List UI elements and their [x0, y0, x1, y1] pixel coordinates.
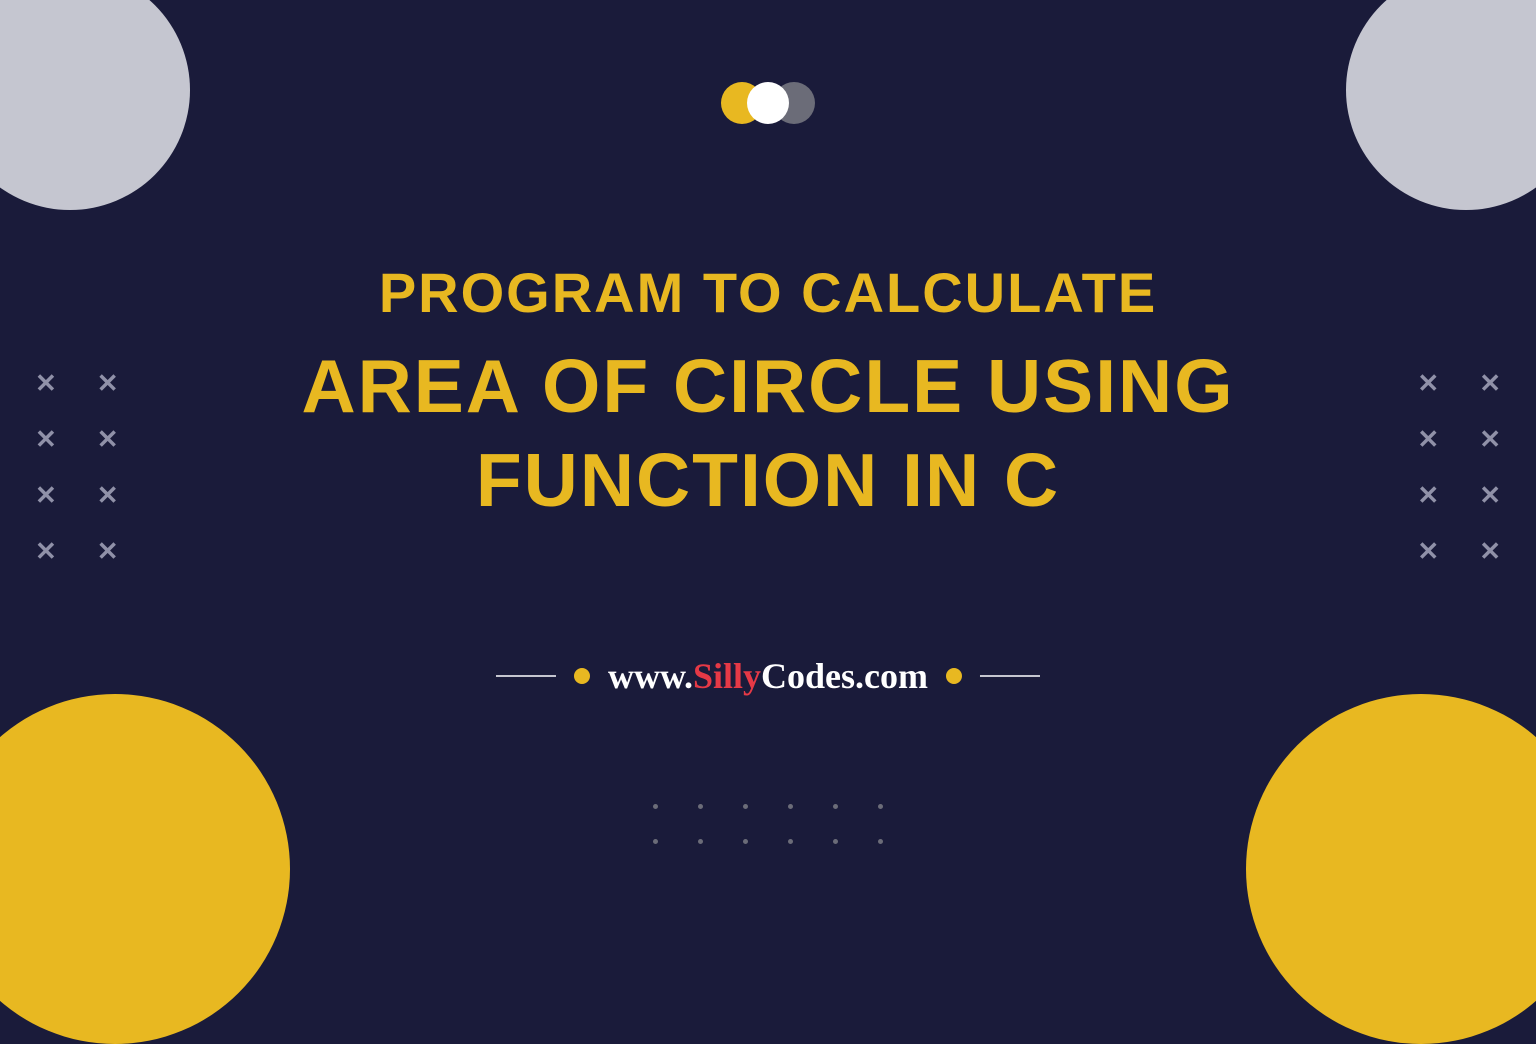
x-mark-icon: ✕ — [35, 426, 57, 452]
dot-icon — [788, 804, 793, 809]
url-prefix: www. — [608, 656, 693, 696]
dot-icon — [833, 839, 838, 844]
logo-circle-white — [747, 82, 789, 124]
dot-icon — [743, 804, 748, 809]
url-dot-left — [574, 668, 590, 684]
title-line-3: Function in C — [0, 434, 1536, 528]
url-brand-red: Silly — [693, 656, 761, 696]
x-mark-icon: ✕ — [1417, 426, 1439, 452]
url-brand-white: Codes — [761, 656, 855, 696]
x-mark-icon: ✕ — [35, 370, 57, 396]
url-dot-right — [946, 668, 962, 684]
circle-yellow-bottom-left — [0, 694, 290, 1044]
logo-circles — [729, 82, 807, 124]
x-mark-icon: ✕ — [35, 482, 57, 508]
circle-yellow-bottom-right — [1246, 694, 1536, 1044]
x-mark-icon: ✕ — [1479, 482, 1501, 508]
x-mark-icon: ✕ — [97, 370, 119, 396]
circle-grey-top-right — [1346, 0, 1536, 210]
dots-pattern-bottom — [653, 804, 883, 844]
x-mark-icon: ✕ — [97, 426, 119, 452]
x-mark-icon: ✕ — [1417, 482, 1439, 508]
title-line-2: Area of Circle Using — [0, 340, 1536, 434]
url-text: www.SillyCodes.com — [608, 655, 928, 697]
url-line-right — [980, 675, 1040, 677]
dot-icon — [878, 804, 883, 809]
x-mark-icon: ✕ — [1417, 538, 1439, 564]
dot-icon — [653, 804, 658, 809]
dot-icon — [833, 804, 838, 809]
decoration-top-left — [0, 0, 300, 230]
x-mark-icon: ✕ — [97, 538, 119, 564]
dot-icon — [698, 804, 703, 809]
title-line-1: Program to Calculate — [0, 260, 1536, 325]
x-mark-icon: ✕ — [1417, 370, 1439, 396]
main-title: Program to Calculate Area of Circle Usin… — [0, 260, 1536, 528]
x-mark-icon: ✕ — [35, 538, 57, 564]
dot-icon — [878, 839, 883, 844]
url-line-left — [496, 675, 556, 677]
x-mark-icon: ✕ — [97, 482, 119, 508]
x-mark-icon: ✕ — [1479, 426, 1501, 452]
website-url: www.SillyCodes.com — [496, 655, 1040, 697]
url-suffix: .com — [855, 656, 928, 696]
dot-icon — [698, 839, 703, 844]
x-mark-icon: ✕ — [1479, 538, 1501, 564]
x-mark-icon: ✕ — [1479, 370, 1501, 396]
dot-icon — [788, 839, 793, 844]
dot-icon — [743, 839, 748, 844]
decoration-top-right — [1236, 0, 1536, 230]
dot-icon — [653, 839, 658, 844]
x-pattern-right: ✕ ✕ ✕ ✕ ✕ ✕ ✕ ✕ — [1417, 370, 1501, 564]
x-pattern-left: ✕ ✕ ✕ ✕ ✕ ✕ ✕ ✕ — [35, 370, 119, 564]
